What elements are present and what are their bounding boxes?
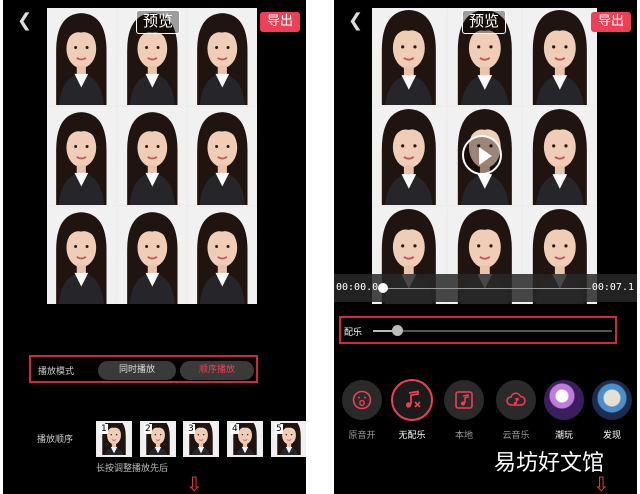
music-volume-track[interactable]: [373, 330, 612, 332]
portrait-photo: [372, 107, 446, 205]
portrait-photo: [523, 107, 597, 205]
export-button[interactable]: 导出: [590, 12, 631, 32]
sequential-play-button[interactable]: 顺序播放: [180, 361, 254, 380]
back-icon[interactable]: ❮: [348, 12, 363, 30]
thumbnail-number: 5: [275, 424, 283, 434]
play-order-hint: 长按调整播放先后: [96, 464, 169, 474]
music-option-no-music[interactable]: 无配乐: [388, 379, 436, 444]
music-label: 配乐: [344, 328, 363, 338]
order-thumbnail[interactable]: 4: [227, 421, 263, 457]
music-option-label: 无配乐: [398, 431, 426, 441]
play-order-label: 播放顺序: [37, 435, 74, 445]
music-option-trend[interactable]: 潮玩: [540, 380, 588, 444]
portrait-photo: [47, 107, 116, 205]
preview-screen-play-order: ❮ 预览 导出 播放模式 同时播放 顺序播放 播放顺序 1 2 3 4 5 长按…: [3, 0, 306, 494]
thumbnail-number: 2: [144, 424, 152, 434]
down-arrow-icon: ⇩: [186, 472, 203, 494]
thumbnail-number: 4: [231, 424, 239, 434]
mouth-icon: [342, 380, 382, 420]
music-volume-section: 配乐: [339, 316, 617, 344]
order-thumbnail[interactable]: 3: [183, 421, 219, 457]
music-option-original-sound[interactable]: 原音开: [338, 380, 386, 444]
portrait-photo: [47, 206, 116, 304]
album-art: [592, 380, 632, 420]
music-option-discover[interactable]: 发现: [588, 380, 636, 444]
local-music-icon: [444, 380, 484, 420]
back-icon[interactable]: ❮: [17, 12, 32, 30]
play-mode-section: 播放模式 同时播放 顺序播放: [29, 355, 258, 383]
watermark: 易坊好文馆: [494, 451, 605, 476]
music-option-cloud[interactable]: 云音乐: [492, 380, 540, 444]
music-option-label: 原音开: [348, 431, 376, 441]
music-option-label: 云音乐: [502, 431, 530, 441]
play-order-thumbnails: 1 2 3 4 5: [96, 421, 306, 459]
down-arrow-icon: ⇩: [593, 472, 610, 494]
timeline-track[interactable]: [384, 288, 591, 289]
play-mode-label: 播放模式: [38, 367, 75, 377]
portrait-photo: [188, 206, 257, 304]
photo-grid: [47, 8, 257, 304]
portrait-photo: [117, 206, 187, 304]
music-option-label: 本地: [454, 431, 473, 441]
portrait-photo: [117, 107, 187, 205]
album-art: [544, 380, 584, 420]
order-thumbnail[interactable]: 5: [271, 421, 306, 457]
export-button[interactable]: 导出: [259, 12, 300, 32]
order-thumbnail[interactable]: 1: [96, 421, 132, 457]
page-title: 预览: [136, 10, 181, 34]
page-title: 预览: [462, 10, 507, 34]
no-music-icon: [391, 379, 433, 421]
thumbnail-number: 1: [100, 424, 108, 434]
top-bar: ❮ 预览 导出: [3, 0, 306, 42]
portrait-photo: [188, 107, 257, 205]
music-option-local[interactable]: 本地: [440, 380, 488, 444]
preview-screen-music: ❮ 预览 导出 00:00.0 00:07.1 配乐 原音开 无配乐 本地 云音…: [334, 0, 637, 494]
play-icon[interactable]: [462, 135, 502, 175]
music-option-label: 发现: [602, 431, 621, 441]
music-volume-slider[interactable]: [391, 325, 403, 336]
music-option-label: 潮玩: [554, 431, 573, 441]
cloud-music-icon: [496, 380, 536, 420]
thumbnail-number: 3: [187, 424, 195, 434]
current-time: 00:00.0: [336, 282, 379, 293]
timeline-scrubber[interactable]: [378, 283, 388, 293]
video-timeline: 00:00.0 00:07.1: [334, 274, 637, 302]
top-bar: ❮ 预览 导出: [334, 0, 637, 42]
simultaneous-play-button[interactable]: 同时播放: [98, 361, 176, 380]
total-time: 00:07.1: [591, 282, 634, 293]
order-thumbnail[interactable]: 2: [140, 421, 176, 457]
